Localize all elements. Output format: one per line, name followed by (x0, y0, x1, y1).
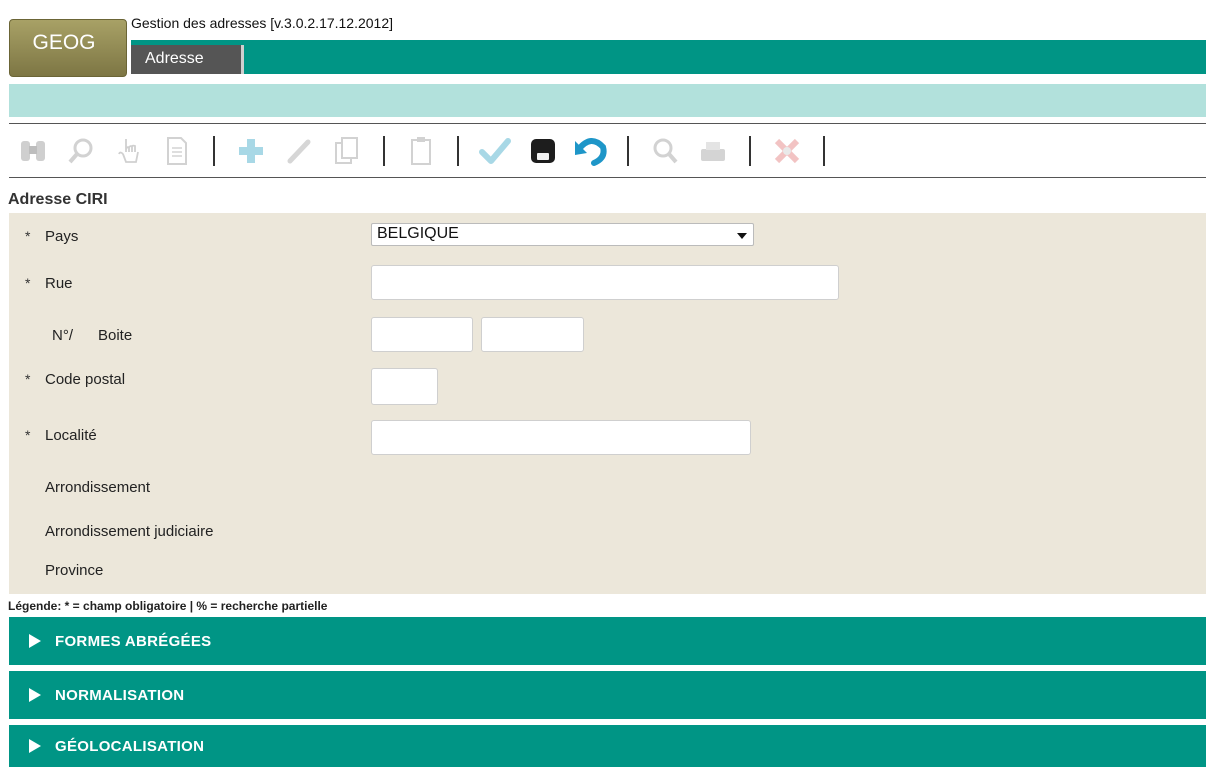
expand-arrow-icon (29, 634, 41, 648)
toolbar-separator (749, 135, 751, 166)
toolbar-separator (627, 135, 629, 166)
toolbar-separator (213, 135, 215, 166)
sub-nav-band (9, 84, 1206, 117)
section-title: Adresse CIRI (8, 191, 108, 208)
copy-icon[interactable] (323, 123, 371, 178)
required-marker: * (25, 275, 31, 291)
label-code-postal: Code postal (45, 371, 126, 388)
toolbar-separator (383, 135, 385, 166)
address-form: * Pays BELGIQUE * Rue N°/ Boite * Code p… (9, 213, 1206, 594)
expand-arrow-icon (29, 688, 41, 702)
required-marker: * (25, 427, 31, 443)
label-boite: Boite (98, 327, 133, 344)
validate-check-icon[interactable] (471, 123, 519, 178)
localite-input[interactable] (371, 420, 751, 455)
required-marker: * (25, 371, 31, 387)
top-nav-band: Adresse (131, 40, 1206, 74)
label-numero: N°/ (52, 327, 73, 344)
toolbar-separator (823, 135, 825, 166)
expand-arrow-icon (29, 739, 41, 753)
label-province: Province (45, 562, 104, 579)
numero-input[interactable] (371, 317, 473, 352)
form-legend: Légende: * = champ obligatoire | % = rec… (8, 599, 328, 613)
boite-input[interactable] (481, 317, 584, 352)
undo-icon[interactable] (567, 123, 615, 178)
label-pays: Pays (45, 228, 79, 245)
document-icon[interactable] (153, 123, 201, 178)
label-arrondissement-judiciaire: Arrondissement judiciaire (45, 523, 214, 540)
accordion-label: FORMES ABRÉGÉES (55, 632, 212, 650)
search-icon[interactable] (57, 123, 105, 178)
chevron-down-icon (737, 233, 747, 239)
toolbar (9, 123, 1206, 178)
zoom-icon[interactable] (641, 123, 689, 178)
edit-pencil-icon[interactable] (275, 123, 323, 178)
tab-adresse[interactable]: Adresse (131, 45, 244, 74)
accordion-geolocalisation[interactable]: GÉOLOCALISATION (9, 725, 1206, 767)
pointer-hand-icon[interactable] (105, 123, 153, 178)
label-rue: Rue (45, 275, 73, 292)
code-postal-input[interactable] (371, 368, 438, 405)
delete-clipboard-icon[interactable] (397, 123, 445, 178)
label-arrondissement: Arrondissement (45, 479, 151, 496)
binoculars-icon[interactable] (9, 123, 57, 178)
add-icon[interactable] (227, 123, 275, 178)
label-localite: Localité (45, 427, 97, 444)
app-title: Gestion des adresses [v.3.0.2.17.12.2012… (131, 15, 394, 31)
accordion-label: GÉOLOCALISATION (55, 737, 205, 755)
save-icon[interactable] (519, 123, 567, 178)
required-marker: * (25, 228, 31, 244)
rue-input[interactable] (371, 265, 839, 300)
accordion-normalisation[interactable]: NORMALISATION (9, 671, 1206, 719)
pays-select[interactable]: BELGIQUE (371, 223, 754, 246)
accordion-formes-abregees[interactable]: FORMES ABRÉGÉES (9, 617, 1206, 665)
toolbar-separator (457, 135, 459, 166)
print-icon[interactable] (689, 123, 737, 178)
accordion-label: NORMALISATION (55, 686, 185, 704)
app-logo[interactable]: GEOG (9, 19, 127, 77)
pays-selected-value: BELGIQUE (377, 225, 459, 242)
help-close-icon[interactable] (763, 123, 811, 178)
